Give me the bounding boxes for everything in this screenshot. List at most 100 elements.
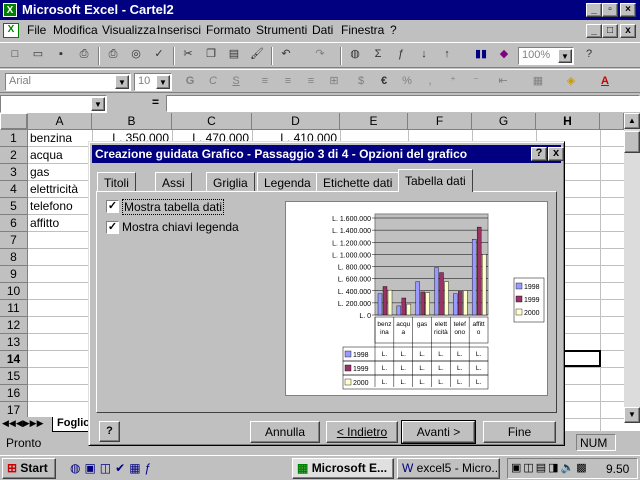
menu-help[interactable]: ? [390,23,397,37]
save-icon[interactable]: ▪ [52,46,70,64]
start-button[interactable]: ⊞ Start [2,458,56,479]
print-icon[interactable]: ⎙ [75,46,93,64]
bold-button[interactable]: G [181,73,199,91]
row-header-12[interactable]: 12 [0,317,28,334]
doc-minimize-button[interactable]: _ [586,24,602,38]
hyperlink-icon[interactable]: ◍ [346,46,364,64]
currency-style-icon[interactable]: $ [352,73,370,91]
word-task-button[interactable]: W excel5 - Micro... [397,458,500,479]
column-header-e[interactable]: E [340,113,408,130]
merge-center-icon[interactable]: ⊞ [325,73,343,91]
name-box[interactable]: ▼ [0,95,107,113]
row-header-7[interactable]: 7 [0,232,28,249]
function-icon[interactable]: ƒ [392,46,410,64]
row-header-3[interactable]: 3 [0,164,28,181]
decrease-decimal-icon[interactable]: ⁻ [467,73,485,91]
scroll-up-icon[interactable]: ▲ [624,113,640,129]
percent-button[interactable]: % [398,73,416,91]
active-cell[interactable] [565,350,601,367]
row-header-11[interactable]: 11 [0,300,28,317]
spelling-icon[interactable]: ✓ [150,46,168,64]
sheet-nav-icons[interactable]: ◀◀◀▶▶▶ [2,418,44,429]
menu-formato[interactable]: Formato [206,23,251,37]
row-header-13[interactable]: 13 [0,334,28,351]
font-select[interactable]: Arial ▼ [5,73,131,91]
workbook-icon[interactable]: X [3,23,19,38]
column-header-f[interactable]: F [408,113,472,130]
new-icon[interactable]: □ [6,46,24,64]
undo-icon[interactable]: ↶ [277,46,295,64]
print-preview-icon[interactable]: ⎙ [104,46,122,64]
format-painter-icon[interactable]: 🖌 [248,46,266,64]
chart-wizard-icon[interactable]: ▮▮ [472,46,490,64]
cell-a1[interactable]: benzina [28,130,92,147]
chevron-down-icon[interactable]: ▼ [91,97,105,111]
row-header-10[interactable]: 10 [0,283,28,300]
cell-a3[interactable]: gas [28,164,92,181]
row-header-14[interactable]: 14 [0,351,28,368]
align-left-icon[interactable]: ≡ [256,73,274,91]
preview-icon[interactable]: ◎ [127,46,145,64]
excel-task-button[interactable]: ▦ Microsoft E... [292,458,394,479]
tab-etichette-dati[interactable]: Etichette dati [316,172,400,192]
menu-inserisci[interactable]: Inserisci [157,23,201,37]
doc-close-button[interactable]: x [620,24,636,38]
copy-icon[interactable]: ❐ [202,46,220,64]
cell-a6[interactable]: affitto [28,215,92,232]
align-center-icon[interactable]: ≡ [279,73,297,91]
column-header-h[interactable]: H [536,113,600,130]
cancel-button[interactable]: Annulla [250,421,320,443]
borders-icon[interactable]: ▦ [529,73,547,91]
underline-button[interactable]: S [227,73,245,91]
dialog-close-button[interactable]: x [548,147,564,161]
tab-tabella-dati[interactable]: Tabella dati [398,169,473,192]
size-select[interactable]: 10 ▼ [134,73,172,91]
show-data-table-checkbox[interactable]: ✓ [106,200,119,213]
open-icon[interactable]: ▭ [29,46,47,64]
maximize-button[interactable]: ▫ [602,3,618,17]
cell-a4[interactable]: elettricità [28,181,92,198]
tab-titoli[interactable]: Titoli [97,172,136,192]
menu-strumenti[interactable]: Strumenti [256,23,307,37]
menu-visualizza[interactable]: Visualizza [102,23,156,37]
paste-icon[interactable]: ▤ [225,46,243,64]
fill-color-icon[interactable]: ◈ [562,73,580,91]
vertical-scrollbar[interactable]: ▲ ▼ [624,113,640,423]
scroll-down-icon[interactable]: ▼ [624,407,640,423]
finish-button[interactable]: Fine [483,421,556,443]
cut-icon[interactable]: ✂ [179,46,197,64]
chevron-down-icon[interactable]: ▼ [558,49,572,63]
autosum-icon[interactable]: Σ [369,46,387,64]
increase-decimal-icon[interactable]: ⁺ [444,73,462,91]
redo-icon[interactable]: ↷ [311,46,329,64]
office-assistant-icon[interactable]: ? [99,421,120,442]
tab-griglia[interactable]: Griglia [206,172,255,192]
minimize-button[interactable]: _ [586,3,602,17]
doc-restore-button[interactable]: □ [602,24,618,38]
column-header-d[interactable]: D [252,113,340,130]
cell-a5[interactable]: telefono [28,198,92,215]
chevron-down-icon[interactable]: ▼ [156,75,170,89]
menu-file[interactable]: File [27,23,46,37]
row-header-8[interactable]: 8 [0,249,28,266]
help-icon[interactable]: ? [580,46,598,64]
comma-style-icon[interactable]: , [421,73,439,91]
sort-asc-icon[interactable]: ↓ [415,46,433,64]
menu-modifica[interactable]: Modifica [53,23,98,37]
show-data-table-label[interactable]: Mostra tabella dati [122,199,225,215]
dialog-help-button[interactable]: ? [531,147,547,161]
map-icon[interactable]: ◆ [495,46,513,64]
tab-assi[interactable]: Assi [155,172,192,192]
menu-dati[interactable]: Dati [312,23,333,37]
next-button[interactable]: Avanti > [401,420,476,444]
back-button[interactable]: < Indietro [326,421,398,443]
row-header-9[interactable]: 9 [0,266,28,283]
italic-button[interactable]: C [204,73,222,91]
column-header-g[interactable]: G [472,113,536,130]
row-header-6[interactable]: 6 [0,215,28,232]
zoom-select[interactable]: 100% ▼ [518,47,574,65]
tray-icons[interactable]: ▣◫▤◨🔈▩ [511,461,589,474]
decrease-indent-icon[interactable]: ⇤ [494,73,512,91]
show-legend-keys-label[interactable]: Mostra chiavi legenda [122,220,239,234]
row-header-15[interactable]: 15 [0,368,28,385]
